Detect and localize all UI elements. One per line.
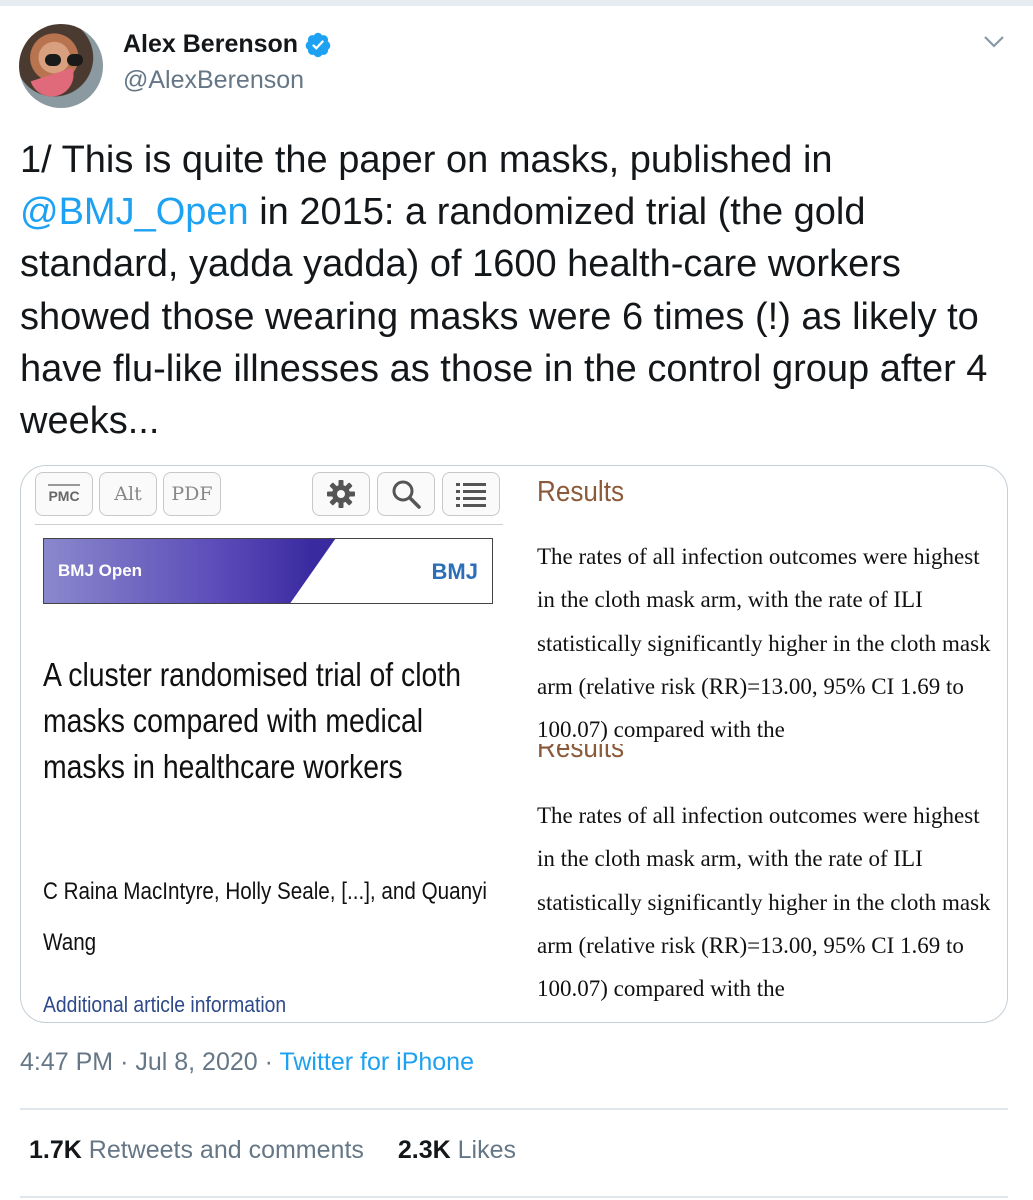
top-divider (0, 0, 1033, 6)
article-title: A cluster randomised trial of cloth mask… (43, 656, 462, 785)
divider (20, 1196, 1008, 1198)
likes-label: Likes (457, 1136, 517, 1164)
meta-separator: · (120, 1048, 136, 1076)
article-authors: C Raina MacIntyre, Holly Seale, [...], a… (43, 878, 487, 956)
tweet-source-link[interactable]: Twitter for iPhone (279, 1048, 474, 1076)
tweet-date[interactable]: Jul 8, 2020 (135, 1048, 257, 1076)
attached-image[interactable]: PMC Alt PDF BMJ Open BMJ A cluster rando… (20, 465, 1008, 1023)
gear-icon (312, 472, 370, 516)
tweet-text: 1/ This is quite the paper on masks, pub… (20, 134, 1020, 447)
divider (20, 1108, 1008, 1110)
likes-count: 2.3K (397, 1136, 451, 1164)
pmc-toolbar: PMC Alt PDF (35, 472, 503, 525)
author-handle[interactable]: @AlexBerenson (123, 66, 304, 95)
avatar-mask-shape (30, 67, 80, 103)
avatar-glasses-shape (45, 54, 85, 66)
journal-name: BMJ Open (58, 561, 143, 580)
pmc-button: PMC (35, 472, 93, 516)
results-heading: Results (537, 476, 625, 508)
search-icon (377, 472, 435, 516)
retweets-stat[interactable]: 1.7K Retweets and comments (29, 1136, 364, 1165)
tweet-text-start: 1/ This is quite the paper on masks, pub… (20, 139, 833, 181)
retweets-count: 1.7K (29, 1136, 82, 1164)
alt-button: Alt (99, 472, 157, 516)
results-text-duplicate: The rates of all infection outcomes were… (537, 803, 991, 1002)
results-text: The rates of all infection outcomes were… (537, 544, 991, 743)
tweet-stats: 1.7K Retweets and comments 2.3K Likes (29, 1136, 516, 1165)
verified-badge-icon (305, 32, 331, 57)
pdf-button: PDF (163, 472, 221, 516)
tweet-time[interactable]: 4:47 PM (20, 1048, 113, 1076)
journal-banner: BMJ Open BMJ (43, 538, 493, 604)
avatar[interactable] (19, 24, 103, 108)
mention-link[interactable]: @BMJ_Open (20, 191, 249, 233)
additional-article-info-link: Additional article information (43, 992, 287, 1017)
pmc-label: PMC (48, 484, 80, 504)
meta-separator: · (264, 1048, 280, 1076)
author-name-row[interactable]: Alex Berenson (123, 30, 332, 59)
likes-stat[interactable]: 2.3K Likes (398, 1136, 516, 1165)
retweets-label: Retweets and comments (88, 1136, 364, 1164)
tweet-meta: 4:47 PM · Jul 8, 2020 · Twitter for iPho… (20, 1048, 474, 1077)
journal-logo: BMJ (431, 559, 478, 584)
results-column: Results The rates of all infection outco… (537, 466, 1007, 1022)
chevron-down-icon[interactable] (983, 34, 1005, 50)
author-display-name[interactable]: Alex Berenson (123, 30, 298, 59)
list-icon (442, 472, 500, 516)
